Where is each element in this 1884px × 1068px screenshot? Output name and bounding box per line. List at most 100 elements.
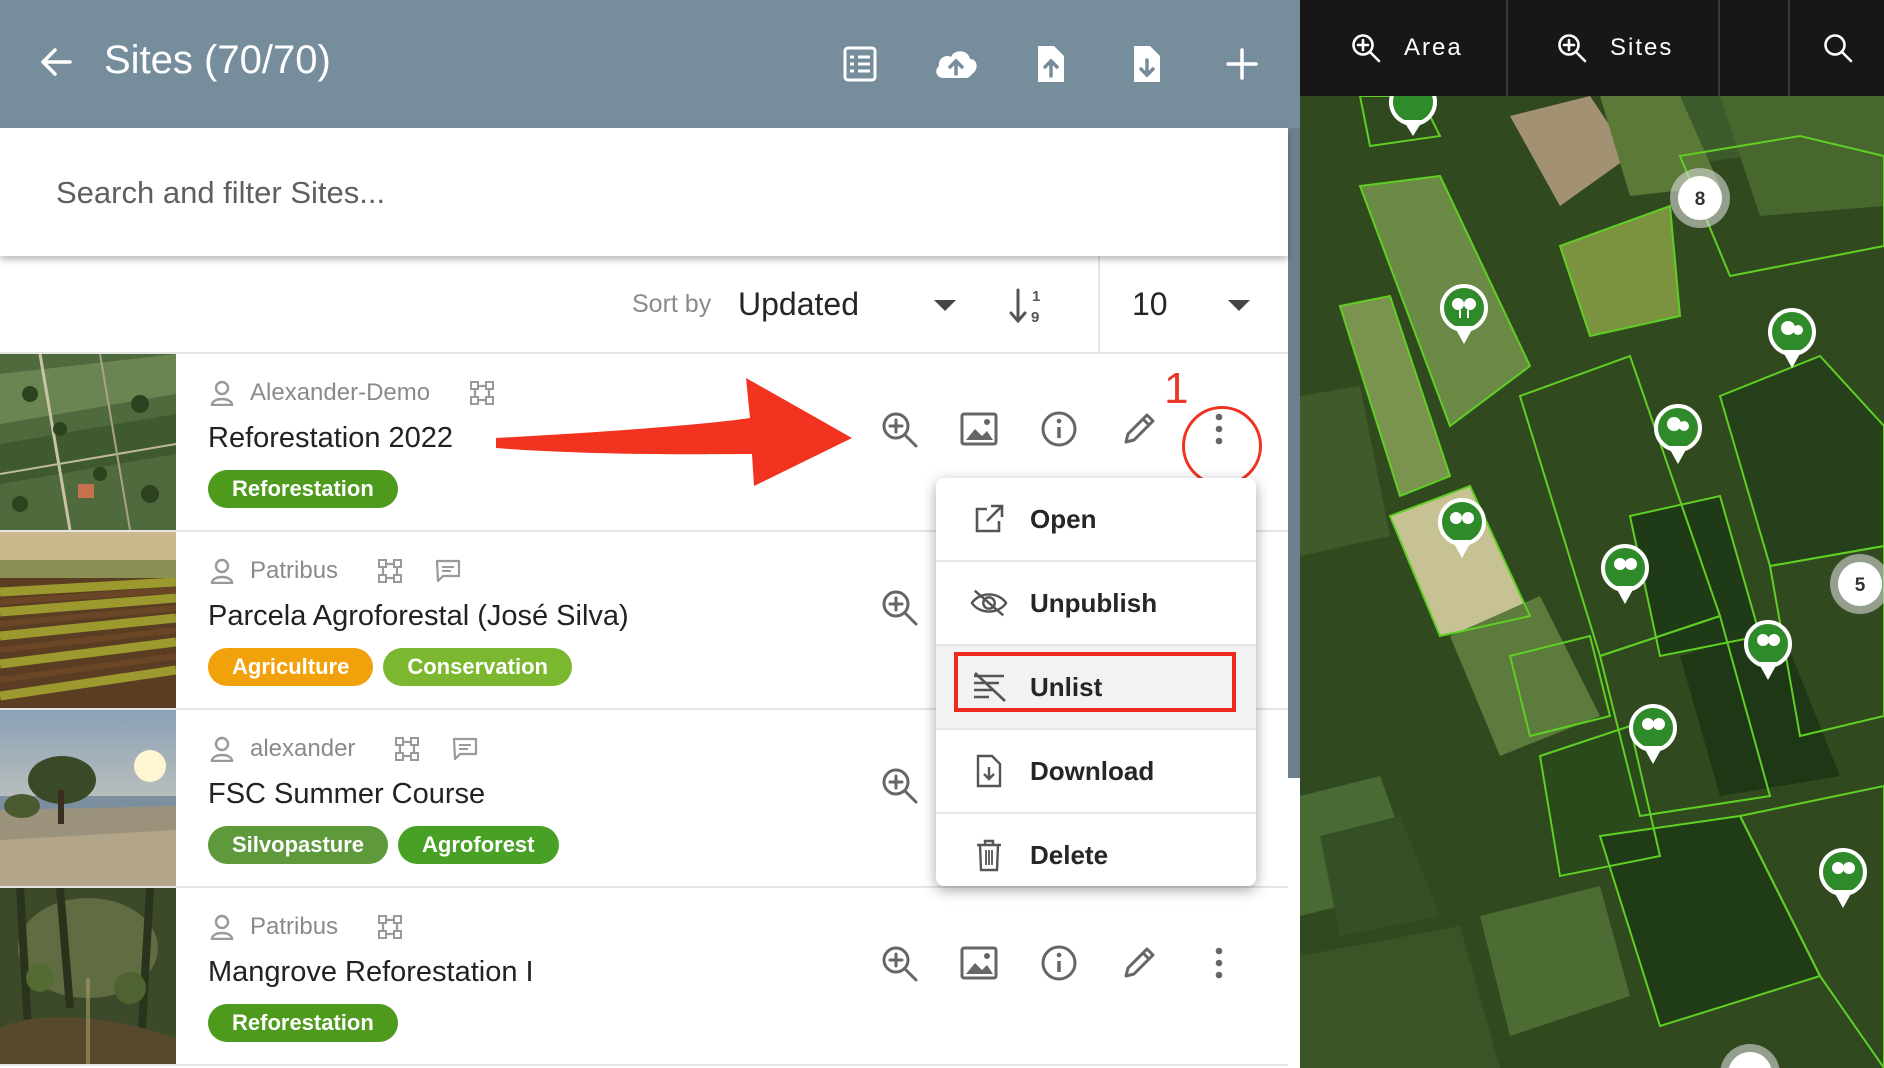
tag-list: Reforestation: [208, 1004, 398, 1042]
checklist-button[interactable]: [836, 40, 884, 88]
polygon-icon: [393, 735, 421, 763]
checklist-icon: [843, 46, 877, 82]
download-file-button[interactable]: [1122, 40, 1170, 88]
tag-badge[interactable]: Agriculture: [208, 648, 374, 686]
search-input[interactable]: [56, 168, 1206, 218]
more-options-button[interactable]: [1194, 938, 1244, 988]
page-title: Sites (70/70): [104, 38, 331, 82]
menu-item-label: Unpublish: [1030, 588, 1158, 618]
scrollbar[interactable]: [1288, 128, 1300, 778]
cloud-upload-button[interactable]: [932, 40, 980, 88]
site-context-menu: Open Unpublish Unlist Download Delete: [936, 478, 1256, 886]
site-thumbnail: [0, 532, 176, 708]
site-name[interactable]: Parcela Agroforestal (José Silva): [208, 600, 629, 633]
download-file-icon: [970, 752, 1008, 790]
page-size-select[interactable]: 10: [1132, 286, 1168, 323]
map-panel[interactable]: Area Sites 8 5: [1300, 0, 1884, 1068]
user-icon: [208, 557, 236, 585]
menu-item-label: Download: [1030, 756, 1155, 786]
sort-dropdown-caret-icon[interactable]: [934, 300, 956, 311]
satellite-map[interactable]: 8 5: [1300, 96, 1884, 1068]
file-upload-icon: [1038, 46, 1064, 82]
site-name[interactable]: FSC Summer Course: [208, 778, 485, 811]
zoom-sites-label: Sites: [1610, 34, 1674, 61]
annotation-highlight-box: [954, 652, 1236, 712]
divider: [1098, 256, 1100, 354]
user-icon: [208, 735, 236, 763]
annotation-arrow: [496, 378, 852, 486]
zoom-to-site-button[interactable]: [874, 760, 924, 810]
info-button[interactable]: [1034, 938, 1084, 988]
info-button[interactable]: [1034, 404, 1084, 454]
zoom-to-sites-button[interactable]: Sites: [1556, 0, 1673, 96]
toolbar-divider: [1718, 0, 1720, 96]
zoom-in-icon: [1558, 34, 1587, 63]
gallery-button[interactable]: [954, 938, 1004, 988]
site-thumbnail: [0, 354, 176, 530]
add-site-button[interactable]: [1218, 40, 1266, 88]
sort-numeric-icon: 1 9: [1009, 288, 1040, 326]
site-meta: Patribus: [208, 556, 462, 586]
info-icon: [1041, 411, 1077, 447]
edit-button[interactable]: [1114, 404, 1164, 454]
user-icon: [208, 913, 236, 941]
site-thumbnail: [0, 888, 176, 1064]
map-search-button[interactable]: [1822, 0, 1854, 96]
zoom-to-area-button[interactable]: Area: [1350, 0, 1463, 96]
site-meta: Alexander-Demo: [208, 378, 496, 408]
site-row[interactable]: Patribus Mangrove Reforestation I Refore…: [0, 888, 1288, 1066]
zoom-to-site-button[interactable]: [874, 582, 924, 632]
zoom-area-label: Area: [1404, 34, 1463, 61]
tag-badge[interactable]: Reforestation: [208, 1004, 398, 1042]
zoom-in-icon: [882, 768, 918, 804]
edit-button[interactable]: [1114, 938, 1164, 988]
zoom-in-icon: [1352, 34, 1381, 63]
tag-badge[interactable]: Silvopasture: [208, 826, 389, 864]
menu-item-open[interactable]: Open: [936, 478, 1256, 560]
menu-item-label: Delete: [1030, 840, 1109, 870]
zoom-to-site-button[interactable]: [874, 404, 924, 454]
zoom-to-site-button[interactable]: [874, 938, 924, 988]
zoom-in-icon: [882, 946, 918, 982]
arrow-left-icon: [41, 48, 72, 76]
image-icon: [960, 412, 998, 446]
file-download-icon: [1134, 46, 1160, 82]
sort-label: Sort by: [632, 290, 712, 318]
sites-panel: Sites (70/70) Search and filter Sites...…: [0, 0, 1300, 1068]
tag-badge[interactable]: Conservation: [383, 648, 572, 686]
sort-bar: Sort by Updated 1 9 10: [0, 256, 1288, 354]
svg-text:9: 9: [1031, 309, 1039, 326]
polygon-icon: [376, 557, 404, 585]
annotation-step-1: 1: [1164, 364, 1189, 413]
cluster-count: 8: [1695, 189, 1706, 210]
tag-list: Silvopasture Agroforest: [208, 826, 559, 864]
upload-file-button[interactable]: [1026, 40, 1074, 88]
site-meta: Patribus: [208, 912, 404, 942]
page-size-dropdown-caret-icon[interactable]: [1228, 300, 1250, 311]
site-owner: Patribus: [250, 557, 339, 584]
site-name[interactable]: Reforestation 2022: [208, 422, 453, 455]
sort-select[interactable]: Updated: [738, 286, 859, 323]
pencil-icon: [1124, 947, 1155, 978]
plus-icon: [1226, 48, 1258, 80]
site-owner: Alexander-Demo: [250, 379, 431, 406]
site-name[interactable]: Mangrove Reforestation I: [208, 956, 534, 989]
tag-badge[interactable]: Reforestation: [208, 470, 398, 508]
back-button[interactable]: [36, 42, 76, 82]
eye-off-icon: [970, 584, 1008, 622]
menu-item-delete[interactable]: Delete: [936, 814, 1256, 896]
menu-item-unpublish[interactable]: Unpublish: [936, 562, 1256, 644]
tag-list: Agriculture Conservation: [208, 648, 572, 686]
tag-badge[interactable]: Agroforest: [398, 826, 559, 864]
trash-icon: [970, 836, 1008, 874]
menu-item-download[interactable]: Download: [936, 730, 1256, 812]
open-external-icon: [970, 500, 1008, 538]
user-icon: [208, 379, 236, 407]
sort-order-button[interactable]: 1 9: [1008, 284, 1052, 328]
cloud-upload-icon: [936, 51, 977, 78]
comment-icon: [434, 557, 462, 585]
site-thumbnail: [0, 710, 176, 886]
info-icon: [1041, 945, 1077, 981]
gallery-button[interactable]: [954, 404, 1004, 454]
cluster-marker[interactable]: 8: [1670, 168, 1730, 228]
